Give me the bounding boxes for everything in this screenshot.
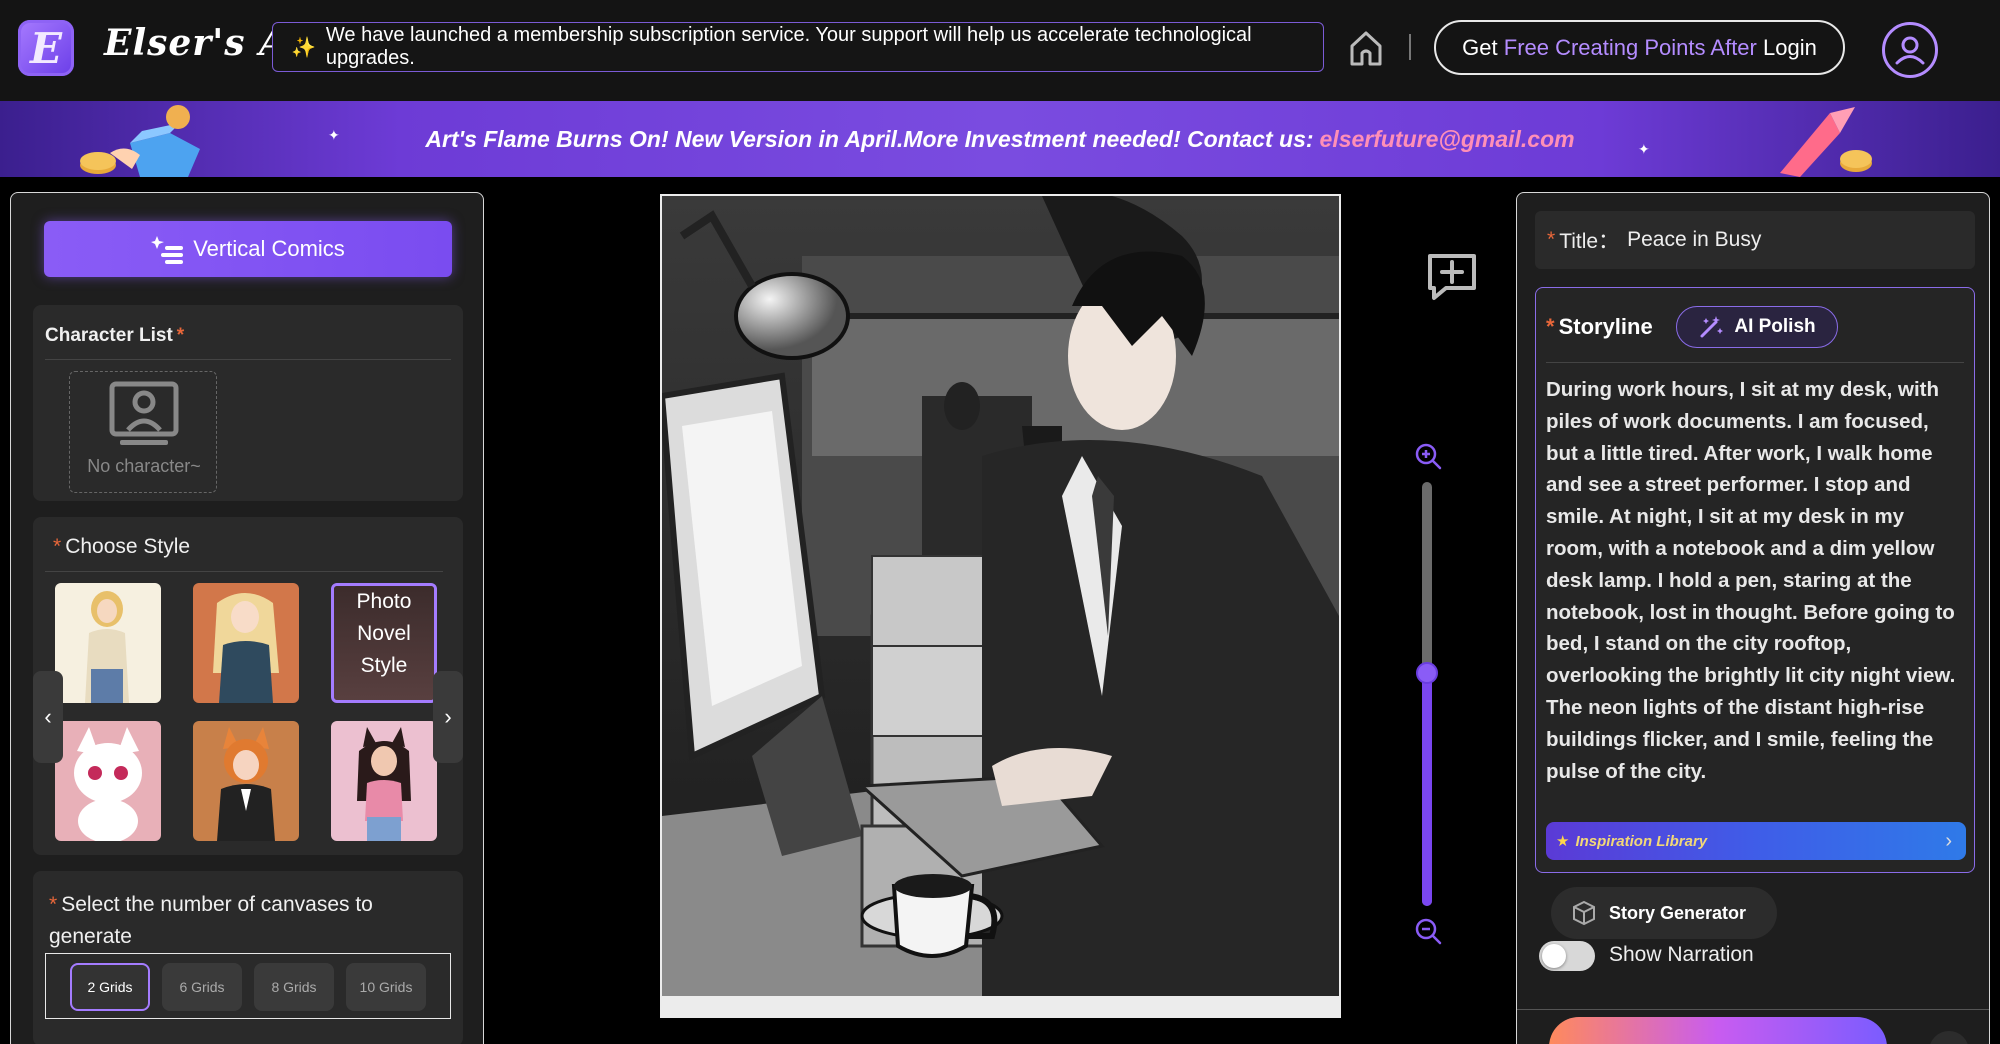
inspiration-library-button[interactable]: ★ Inspiration Library › — [1546, 822, 1966, 860]
login-button[interactable]: Get Free Creating Points After Login — [1434, 20, 1845, 75]
announcement-text: We have launched a membership subscripti… — [325, 24, 1252, 69]
banner-text: Art's Flame Burns On! New Version in Apr… — [425, 125, 1314, 152]
logo-icon[interactable]: E — [18, 20, 74, 76]
zoom-slider[interactable] — [1422, 482, 1432, 906]
story-panel: * Title： Peace in Busy * Storyline AI Pol… — [1516, 192, 1990, 1044]
help-button[interactable] — [1929, 1031, 1969, 1044]
banner-message: Art's Flame Burns On! New Version in Apr… — [0, 101, 2000, 177]
grid-option-6[interactable]: 6 Grids — [162, 963, 242, 1011]
show-narration-toggle[interactable] — [1539, 941, 1595, 971]
title-value: Peace in Busy — [1627, 228, 1762, 251]
add-character-slot[interactable]: No character~ — [69, 371, 217, 493]
character-list-card: Character List * No character~ — [33, 305, 463, 501]
app-root: E Elser's AI ✨ We have launched a member… — [0, 0, 2000, 1044]
ai-polish-button[interactable]: AI Polish — [1676, 306, 1838, 348]
divider — [45, 571, 443, 572]
star-icon: ★ — [1556, 833, 1570, 850]
style-thumb-realistic-girl[interactable] — [55, 583, 161, 703]
storyline-card: * Storyline AI Polish During work hours, … — [1535, 287, 1975, 873]
style-label-photo-novel: Photo Novel Style — [356, 590, 412, 677]
grid-option-8[interactable]: 8 Grids — [254, 963, 334, 1011]
settings-panel: Vertical Comics Character List * No chara… — [10, 192, 484, 1044]
comic-panel-image — [662, 196, 1339, 996]
home-icon[interactable] — [1346, 26, 1386, 70]
required-mark: * — [176, 325, 185, 346]
zoom-slider-handle[interactable] — [1416, 661, 1438, 684]
toggle-knob — [1542, 944, 1566, 968]
character-list-label: Character List — [45, 325, 173, 346]
style-thumb-cat-girl[interactable] — [331, 721, 437, 841]
style-thumb-photo-novel[interactable]: Photo Novel Style — [331, 583, 437, 703]
sparkles-icon: ✨ — [291, 36, 316, 59]
canvas-count-label: Select the number of canvases to generat… — [49, 893, 373, 948]
chevron-right-icon[interactable]: › — [433, 671, 463, 763]
generate-button[interactable] — [1549, 1017, 1887, 1044]
grid-options: 2 Grids 6 Grids 8 Grids 10 Grids — [45, 953, 451, 1019]
zoom-slider-fill — [1422, 672, 1432, 906]
magic-wand-icon — [1700, 316, 1724, 338]
storyline-title: * Storyline — [1546, 314, 1653, 340]
cube-icon — [1573, 900, 1595, 926]
title-field[interactable]: * Title： Peace in Busy — [1535, 211, 1975, 269]
zoom-in-icon[interactable] — [1414, 442, 1442, 470]
user-avatar-icon[interactable] — [1882, 22, 1938, 78]
contact-email[interactable]: elserfuture@gmail.com — [1320, 126, 1575, 153]
inspiration-label: Inspiration Library — [1575, 832, 1708, 850]
ai-polish-label: AI Polish — [1734, 316, 1816, 337]
login-text-pre: Get — [1462, 34, 1498, 60]
story-generator-button[interactable]: Story Generator — [1551, 887, 1777, 939]
zoom-out-icon[interactable] — [1414, 917, 1442, 945]
top-header: E Elser's AI ✨ We have launched a member… — [0, 0, 2000, 101]
comic-canvas[interactable] — [660, 194, 1341, 1018]
storyline-label: Storyline — [1558, 314, 1653, 339]
choose-style-label: Choose Style — [65, 535, 191, 558]
grid-option-2[interactable]: 2 Grids — [70, 963, 150, 1011]
canvas-count-card: * Select the number of canvases to genera… — [33, 871, 463, 1044]
choose-style-title: * Choose Style — [53, 535, 190, 559]
style-thumb-cute-cat[interactable] — [55, 721, 161, 841]
choose-style-card: * Choose Style Photo Novel Style ‹ › — [33, 517, 463, 855]
announcement-bar: ✨ We have launched a membership subscrip… — [272, 22, 1324, 72]
add-comment-icon[interactable] — [1424, 250, 1480, 302]
grid-option-10[interactable]: 10 Grids — [346, 963, 426, 1011]
storyline-textarea[interactable]: During work hours, I sit at my desk, wit… — [1546, 374, 1966, 787]
title-label: Title： — [1559, 230, 1620, 253]
style-thumb-anime-girl[interactable] — [193, 583, 299, 703]
login-text-highlight: Free Creating Points After — [1503, 34, 1757, 60]
required-mark: * — [1546, 314, 1555, 339]
style-thumb-fox-girl[interactable] — [193, 721, 299, 841]
chevron-left-icon[interactable]: ‹ — [33, 671, 63, 763]
divider — [1517, 1009, 1989, 1010]
login-text-post: Login — [1763, 34, 1817, 60]
vertical-comics-button[interactable]: Vertical Comics — [44, 221, 452, 277]
promo-banner[interactable]: ✦ ✦ Art's Flame Burns On! New Version in… — [0, 101, 2000, 177]
divider — [1546, 362, 1964, 363]
no-character-text: No character~ — [87, 456, 201, 476]
required-mark: * — [53, 535, 62, 558]
chevron-right-icon: › — [1945, 829, 1952, 852]
show-narration-label: Show Narration — [1609, 943, 1754, 966]
story-generator-label: Story Generator — [1609, 902, 1747, 923]
required-mark: * — [49, 893, 58, 916]
magic-list-icon — [151, 236, 184, 264]
vertical-comics-label: Vertical Comics — [193, 236, 345, 261]
divider — [45, 359, 451, 360]
header-divider — [1409, 34, 1411, 60]
person-placeholder-icon — [109, 381, 179, 445]
character-list-title: Character List * — [45, 325, 184, 347]
required-mark: * — [1547, 228, 1556, 251]
canvas-count-title: * Select the number of canvases to genera… — [49, 889, 449, 953]
